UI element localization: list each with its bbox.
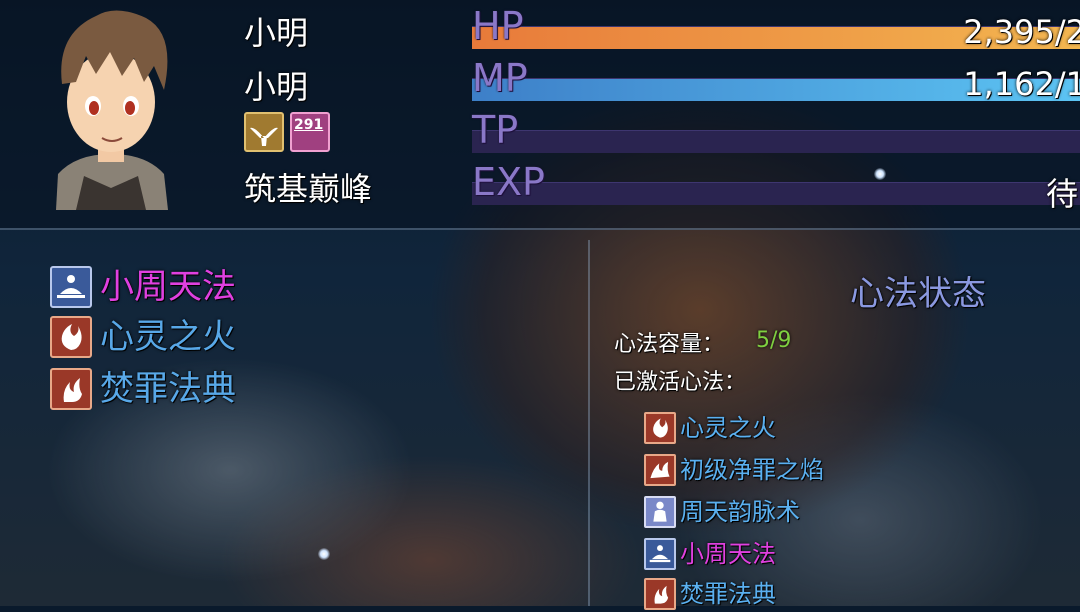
active-skill-label: 焚罪法典 — [680, 580, 776, 608]
skill-label: 焚罪法典 — [100, 369, 236, 409]
meditation-icon — [644, 538, 676, 570]
capacity-value: 5/9 — [756, 328, 792, 353]
dove-icon — [244, 112, 284, 152]
actor-nickname: 小明 — [244, 68, 309, 106]
exp-label: EXP — [472, 160, 545, 204]
hp-label: HP — [472, 4, 524, 48]
state-icon-counter: 291 — [294, 117, 324, 133]
spirit-flame-icon — [50, 316, 92, 358]
active-skill-label: 初级净罪之焰 — [680, 456, 824, 484]
tp-gauge — [472, 130, 1080, 153]
skill-label: 小周天法 — [100, 267, 236, 307]
book-icon: 291 — [290, 112, 330, 152]
exp-gauge: 待 — [472, 175, 1080, 213]
actor-status-panel: 小明 小明 291 筑基巅峰 2,395/2 HP 1,162/1 MP TP … — [0, 0, 1080, 230]
star-sparkle — [318, 548, 330, 560]
actor-realm: 筑基巅峰 — [244, 170, 373, 208]
hp-gauge: 2,395/2 — [472, 13, 1080, 51]
actor-name: 小明 — [244, 14, 309, 52]
hp-value: 2,395/2 — [963, 13, 1080, 51]
active-skill-label: 小周天法 — [680, 540, 776, 568]
meridian-icon — [644, 496, 676, 528]
active-label: 已激活心法： — [614, 370, 747, 395]
mp-value: 1,162/1 — [963, 65, 1080, 103]
exp-value: 待 — [1045, 175, 1078, 213]
star-sparkle — [874, 168, 886, 180]
tp-label: TP — [472, 108, 519, 152]
actor-portrait — [56, 10, 168, 210]
phoenix-fire-icon — [644, 578, 676, 610]
spirit-flame-icon — [644, 412, 676, 444]
panel-divider — [588, 240, 590, 606]
phoenix-fire-icon — [50, 368, 92, 410]
mp-label: MP — [472, 56, 528, 100]
active-skill-label: 心灵之火 — [680, 414, 776, 442]
status-title: 心法状态 — [850, 274, 986, 314]
skill-label: 心灵之火 — [100, 317, 236, 357]
mp-gauge: 1,162/1 — [472, 65, 1080, 103]
capacity-label: 心法容量： — [614, 332, 725, 357]
active-skill-label: 周天韵脉术 — [680, 498, 800, 526]
meditation-icon — [50, 266, 92, 308]
purifying-flame-icon — [644, 454, 676, 486]
